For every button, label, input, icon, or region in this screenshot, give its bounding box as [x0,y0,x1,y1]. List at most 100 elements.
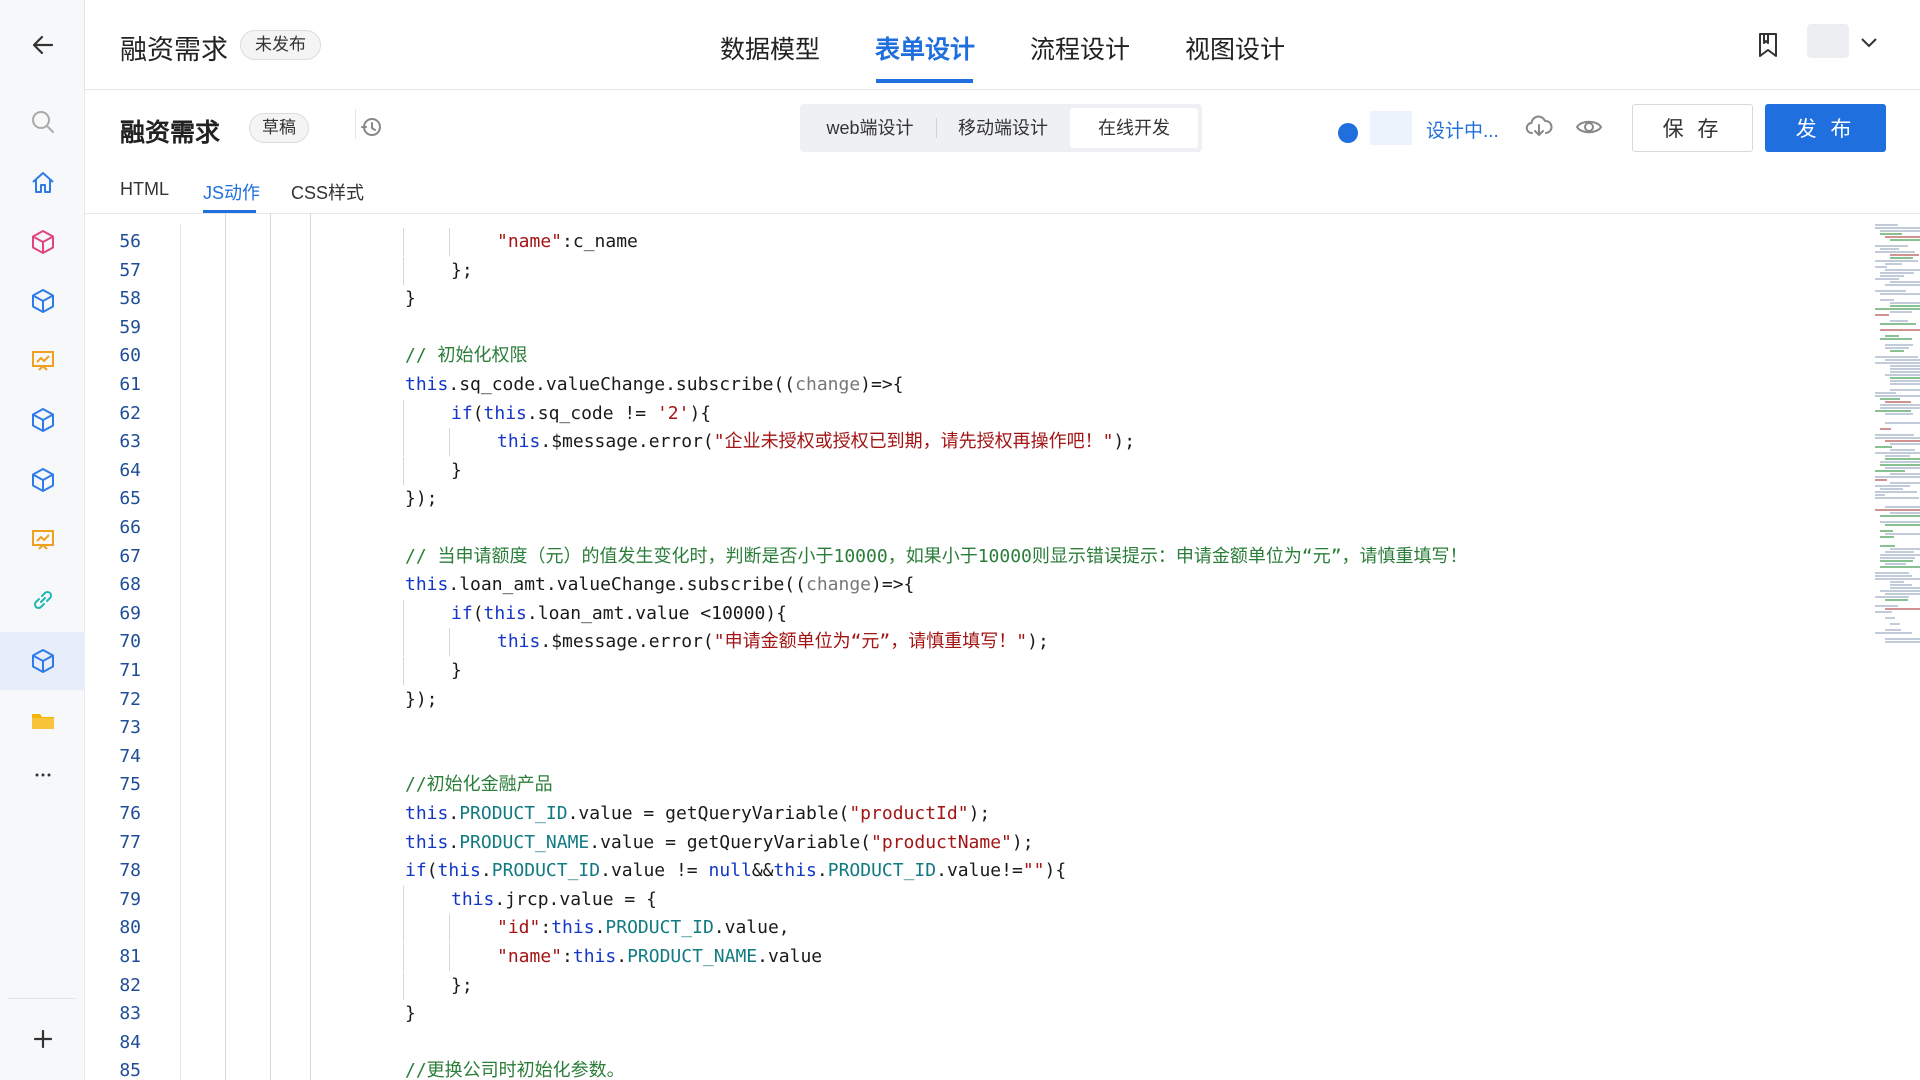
minimap-line [1875,494,1885,496]
minimap-line [1885,284,1920,286]
minimap-line [1880,530,1893,532]
code-text: if(this.PRODUCT_ID.value != null&&this.P… [405,860,1067,882]
minimap-line [1885,374,1920,376]
app-chart-button-1[interactable] [0,332,85,390]
home-button[interactable] [0,154,85,212]
code-tab-js[interactable]: JS动作 [203,179,260,205]
minimap-line [1885,440,1920,442]
app-blue-button-3[interactable] [0,451,85,509]
minimap-line [1885,335,1899,337]
minimap-line [1890,302,1920,304]
code-text: this.sq_code.valueChange.subscribe((chan… [405,374,904,395]
tab-view-design[interactable]: 视图设计 [1185,30,1285,66]
minimap-line [1880,515,1920,517]
minimap-line [1890,473,1920,475]
line-number: 73 [119,717,141,739]
minimap-line [1880,545,1895,547]
mode-online-dev[interactable]: 在线开发 [1070,108,1198,148]
code-line: 62 if(this.sq_code != '2'){ [85,399,1785,428]
minimap-line [1880,323,1916,325]
avatar[interactable] [1807,24,1849,58]
user-menu-toggle[interactable] [1859,36,1879,55]
minimap-line [1875,596,1909,598]
code-line: 70 this.$message.error("申请金额单位为“元”，请慎重填写！… [85,628,1785,657]
bookmark-button[interactable] [1757,32,1779,63]
active-tab-indicator [876,79,973,83]
mode-web-design[interactable]: web端设计 [804,108,936,148]
folder-icon [31,714,54,729]
preview-button[interactable] [1575,117,1603,142]
minimap-line [1885,263,1902,265]
minimap-line [1885,422,1920,424]
save-button[interactable]: 保 存 [1632,104,1753,152]
minimap-line [1890,368,1920,370]
code-line: 56 "name":c_name [85,228,1785,256]
minimap-line [1875,434,1914,436]
tab-form-design[interactable]: 表单设计 [875,30,975,66]
line-number: 80 [119,917,141,939]
plus-icon [33,1029,52,1049]
app-blue-button-1[interactable] [0,272,85,330]
add-button[interactable] [0,1010,85,1068]
app-link-button[interactable] [0,571,85,629]
minimap-line [1885,458,1920,460]
tab-process-design[interactable]: 流程设计 [1030,30,1130,66]
minimap-line [1885,359,1920,361]
minimap-line [1890,257,1913,259]
mode-mobile-design[interactable]: 移动端设计 [938,108,1068,148]
code-tab-html[interactable]: HTML [120,179,169,200]
code-line: 80 "id":this.PRODUCT_ID.value, [85,914,1785,943]
code-text: // 当申请额度（元）的值发生变化时，判断是否小于10000，如果小于10000… [405,545,1468,567]
minimap-line [1890,281,1920,283]
app-blue-button-2[interactable] [0,391,85,449]
bookmark-icon [1759,33,1777,57]
code-editor[interactable]: 56 "name":c_name 57}; 58} 59 60// 初始化权限 61 this… [85,214,1920,1080]
app-title: 融资需求 [120,35,228,65]
minimap-line [1875,446,1892,448]
line-number: 59 [119,316,141,338]
code-tab-css[interactable]: CSS样式 [291,179,364,205]
minimap-line [1885,236,1920,238]
code-line: 72}); [85,686,1785,714]
app-chart-button-2[interactable] [0,511,85,569]
code-text: if(this.loan_amt.value <10000){ [451,602,787,624]
code-text: } [451,459,462,481]
code-line: 64} [85,456,1785,485]
presentation-chart-icon [31,530,54,550]
app-pink-button[interactable] [0,213,85,271]
code-line: 58} [85,285,1785,313]
code-line: 60 // 初始化权限 [85,342,1785,370]
line-number: 77 [119,831,141,853]
history-button[interactable] [359,115,383,144]
cloud-sync-button[interactable] [1525,115,1553,144]
minimap-line [1890,581,1904,583]
minimap-line [1875,476,1920,478]
indent-guide [449,628,450,657]
minimap-line [1875,470,1905,472]
minimap-line [1890,482,1920,484]
minimap-line [1890,449,1915,451]
search-button[interactable] [0,93,85,151]
code-line: 79 this.jrcp.value = { [85,885,1785,914]
minimap-line [1885,593,1920,595]
line-number: 81 [119,946,141,967]
code-line: 84 [85,1029,1785,1057]
indent-guide [449,428,450,457]
publish-button[interactable]: 发 布 [1765,104,1886,152]
minimap-line [1875,251,1915,253]
minimap[interactable] [1875,224,1920,644]
tab-data-model[interactable]: 数据模型 [720,30,820,66]
folder-button[interactable] [0,692,85,750]
back-button[interactable] [0,16,85,74]
minimap-line [1875,632,1912,634]
code-text: "name":c_name [497,231,638,252]
minimap-line [1890,350,1904,352]
link-icon [33,590,52,610]
indent-guide [403,914,404,943]
indent-guide [449,943,450,971]
minimap-line [1885,344,1913,346]
code-text: } [405,1003,416,1025]
more-button[interactable] [0,746,85,804]
app-blue-button-active[interactable] [0,632,85,690]
code-line: 67 // 当申请额度（元）的值发生变化时，判断是否小于10000，如果小于100… [85,543,1785,571]
